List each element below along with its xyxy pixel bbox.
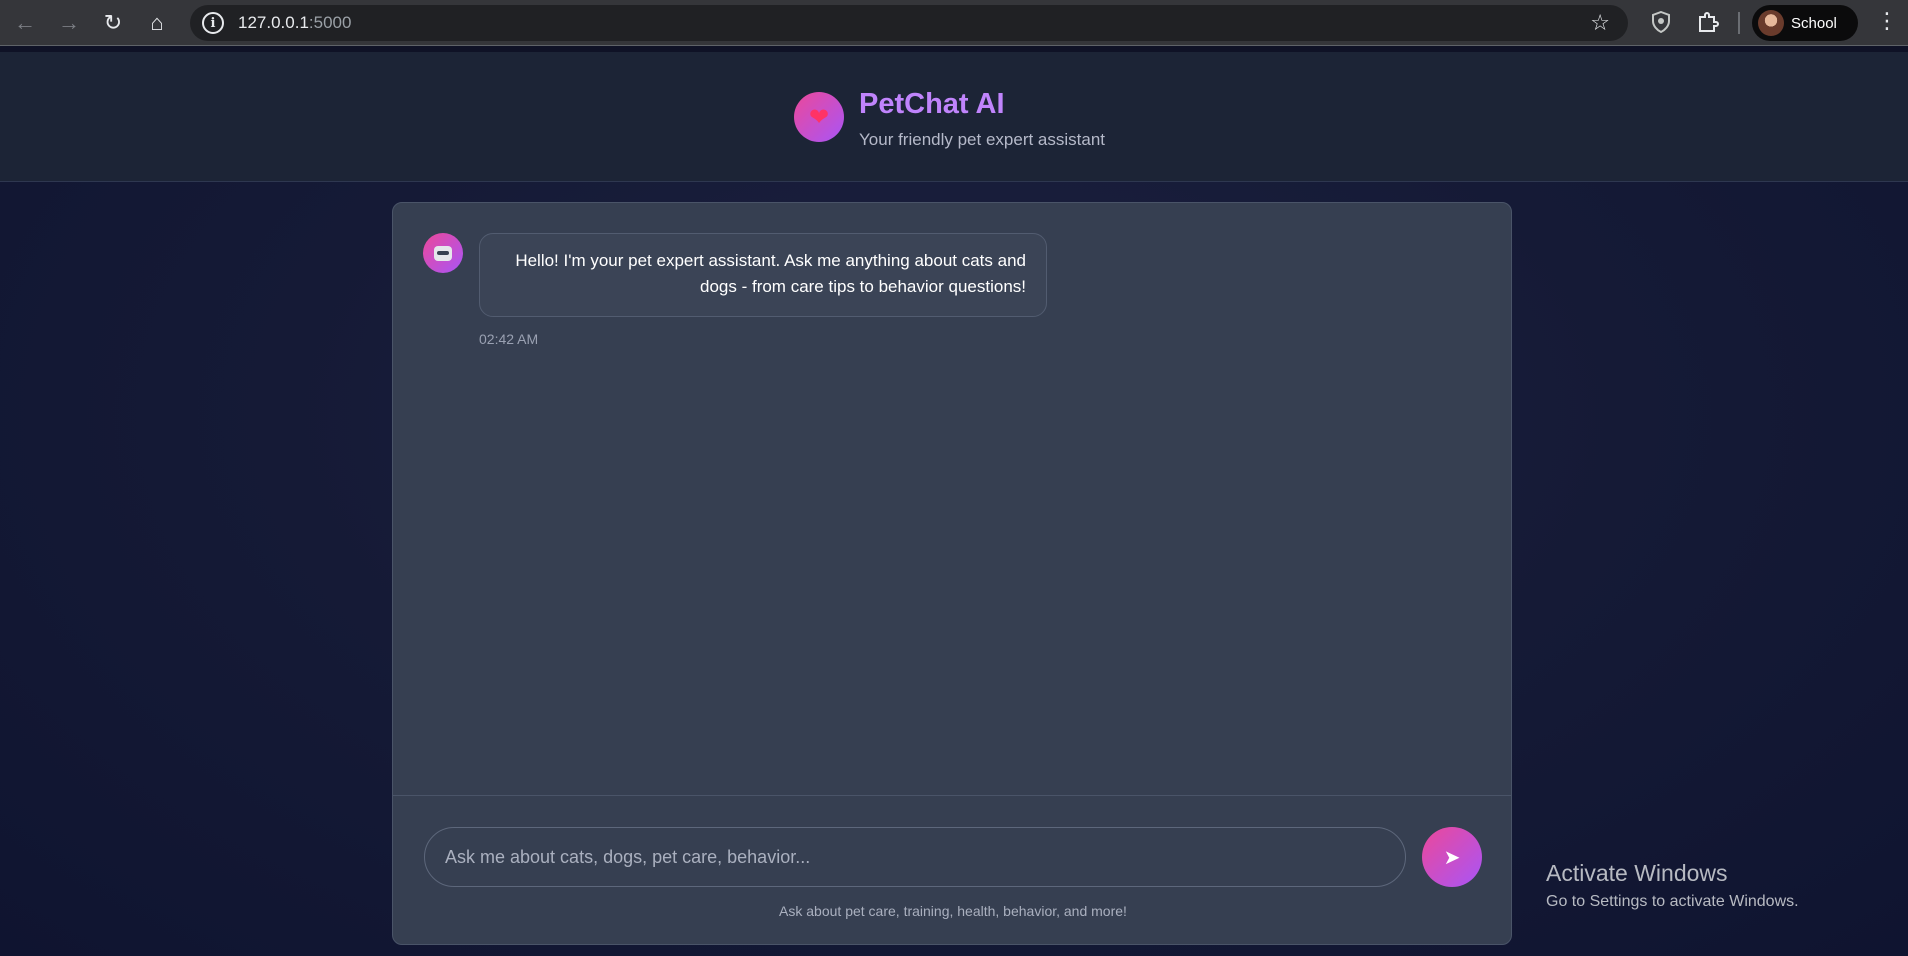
profile-button[interactable]: School [1752,5,1858,41]
profile-name: School [1791,14,1837,32]
app-subtitle: Your friendly pet expert assistant [859,130,1106,149]
message-input[interactable] [424,827,1406,887]
message-timestamp: 02:42 AM [479,331,539,347]
browser-toolbar: ← → ↻ ⌂ i 127.0.0.1:5000 ☆ School ⋮ [0,0,1908,46]
robot-avatar-icon [423,233,463,273]
composer: ➤ Ask about pet care, training, health, … [393,795,1511,944]
bot-message-bubble: Hello! I'm your pet expert assistant. As… [479,233,1047,317]
browser-menu-icon[interactable]: ⋮ [1876,8,1898,34]
watermark-subtitle: Go to Settings to activate Windows. [1546,893,1799,910]
chat-panel: Hello! I'm your pet expert assistant. As… [392,202,1512,945]
puzzle-extensions-icon[interactable] [1697,11,1719,33]
send-icon: ➤ [1443,846,1461,869]
watermark-title: Activate Windows [1546,860,1728,886]
windows-activation-watermark: Activate Windows Go to Settings to activ… [1546,860,1799,911]
url-port: :5000 [308,13,352,32]
site-info-icon[interactable]: i [202,12,224,34]
profile-avatar [1758,10,1784,36]
app-root: ❤ PetChat AI Your friendly pet expert as… [0,52,1908,956]
address-bar[interactable]: i 127.0.0.1:5000 ☆ [190,5,1628,41]
heart-logo-icon: ❤ [794,92,844,142]
forward-button[interactable]: → [50,4,88,42]
toolbar-divider [1738,12,1740,34]
composer-hint: Ask about pet care, training, health, be… [779,903,1127,919]
url-host: 127.0.0.1 [238,13,309,32]
send-button[interactable]: ➤ [1422,827,1482,887]
back-button[interactable]: ← [6,4,44,42]
app-header: ❤ PetChat AI Your friendly pet expert as… [0,52,1908,182]
url-text: 127.0.0.1:5000 [238,13,351,33]
home-button[interactable]: ⌂ [138,4,176,42]
app-title: PetChat AI [859,88,1005,120]
bookmark-star-icon[interactable]: ☆ [1590,10,1610,36]
reload-button[interactable]: ↻ [94,4,132,42]
shield-extension-icon[interactable] [1651,11,1671,33]
